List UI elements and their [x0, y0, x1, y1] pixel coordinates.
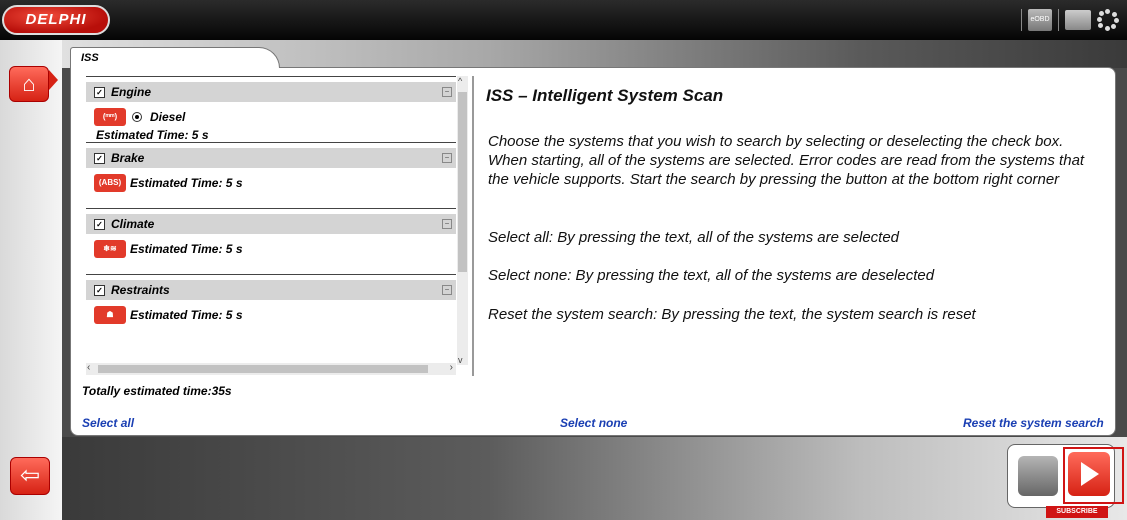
estimated-time: Estimated Time: 5 s — [130, 242, 243, 256]
checkbox[interactable]: ✓ — [94, 218, 105, 230]
help-paragraph: Select all: By pressing the text, all of… — [488, 229, 900, 246]
scroll-up-icon[interactable]: ^ — [458, 76, 462, 86]
top-bar: DELPHI eOBD — [0, 0, 1127, 40]
collapse-icon[interactable]: − — [442, 285, 452, 295]
vehicle-menu-button[interactable]: ⌂ — [9, 66, 49, 102]
folder-icon[interactable] — [1065, 10, 1091, 30]
top-icons: eOBD — [1021, 7, 1119, 33]
system-name: Climate — [111, 217, 155, 231]
select-all-link[interactable]: Select all — [82, 416, 134, 430]
left-sidebar — [0, 40, 62, 520]
estimated-time: Estimated Time: 5 s — [130, 176, 243, 190]
engine-glow-icon: (ᵐᵐ) — [94, 108, 126, 126]
climate-icon: ❄≋ — [94, 240, 126, 258]
delphi-logo: DELPHI — [2, 5, 110, 35]
system-item-restraints: ✓ Restraints − ☗ Estimated Time: 5 s — [86, 274, 456, 340]
abs-icon: (ABS) — [94, 174, 126, 192]
system-header[interactable]: ✓ Brake − — [86, 148, 456, 168]
print-button[interactable] — [1018, 456, 1058, 496]
scroll-down-icon[interactable]: v — [458, 355, 463, 365]
scroll-right-icon[interactable]: › — [450, 362, 453, 373]
estimated-time: Estimated Time: 5 s — [96, 128, 209, 142]
scroll-left-icon[interactable]: ‹ — [87, 362, 90, 373]
system-header[interactable]: ✓ Restraints − — [86, 280, 456, 300]
system-item-climate: ✓ Climate − ❄≋ Estimated Time: 5 s — [86, 208, 456, 274]
help-paragraph: Select none: By pressing the text, all o… — [488, 267, 935, 284]
collapse-icon[interactable]: − — [442, 219, 452, 229]
checkbox[interactable]: ✓ — [94, 86, 105, 98]
subscribe-badge[interactable]: SUBSCRIBE — [1046, 506, 1108, 518]
system-list: ✓ Engine − (ᵐᵐ) Diesel Estimated Time: 5… — [86, 76, 456, 362]
scrollbar-thumb[interactable] — [458, 92, 467, 272]
system-details: ☗ Estimated Time: 5 s — [86, 300, 456, 324]
system-name: Engine — [111, 85, 152, 99]
collapse-icon[interactable]: − — [442, 153, 452, 163]
collapse-icon[interactable]: − — [442, 87, 452, 97]
system-details: (ᵐᵐ) Diesel — [86, 102, 456, 126]
system-details: (ABS) Estimated Time: 5 s — [86, 168, 456, 192]
active-indicator-icon — [49, 70, 58, 90]
airbag-icon: ☗ — [94, 306, 126, 324]
eobd-icon[interactable]: eOBD — [1028, 9, 1052, 31]
system-details: ❄≋ Estimated Time: 5 s — [86, 234, 456, 258]
system-header[interactable]: ✓ Climate − — [86, 214, 456, 234]
reset-search-link[interactable]: Reset the system search — [963, 416, 1104, 430]
vertical-scrollbar[interactable]: ^ v — [457, 76, 468, 365]
system-name: Restraints — [111, 283, 170, 297]
divider — [1058, 9, 1059, 31]
total-time: Totally estimated time:35s — [82, 384, 232, 398]
help-title: ISS – Intelligent System Scan — [486, 86, 724, 105]
back-button[interactable]: ⇦ — [10, 457, 50, 495]
loading-spinner-icon — [1097, 9, 1119, 31]
highlight-box — [1063, 447, 1124, 504]
system-header[interactable]: ✓ Engine − — [86, 82, 456, 102]
radio-button[interactable] — [132, 112, 142, 122]
system-name: Brake — [111, 151, 145, 165]
fuel-type: Diesel — [150, 110, 186, 124]
tab-iss[interactable]: ISS — [70, 47, 280, 68]
select-none-link[interactable]: Select none — [560, 416, 627, 430]
help-paragraph: Reset the system search: By pressing the… — [488, 306, 976, 323]
scrollbar-thumb[interactable] — [98, 365, 428, 373]
system-item-brake: ✓ Brake − (ABS) Estimated Time: 5 s — [86, 142, 456, 208]
help-paragraph: Choose the systems that you wish to sear… — [488, 133, 1085, 188]
estimated-time: Estimated Time: 5 s — [130, 308, 243, 322]
divider — [1021, 9, 1022, 31]
system-item-engine: ✓ Engine − (ᵐᵐ) Diesel Estimated Time: 5… — [86, 76, 456, 142]
horizontal-scrollbar[interactable]: ‹ › — [86, 362, 456, 375]
bottom-bar — [62, 437, 1127, 520]
checkbox[interactable]: ✓ — [94, 152, 105, 164]
checkbox[interactable]: ✓ — [94, 284, 105, 296]
divider — [472, 76, 474, 376]
